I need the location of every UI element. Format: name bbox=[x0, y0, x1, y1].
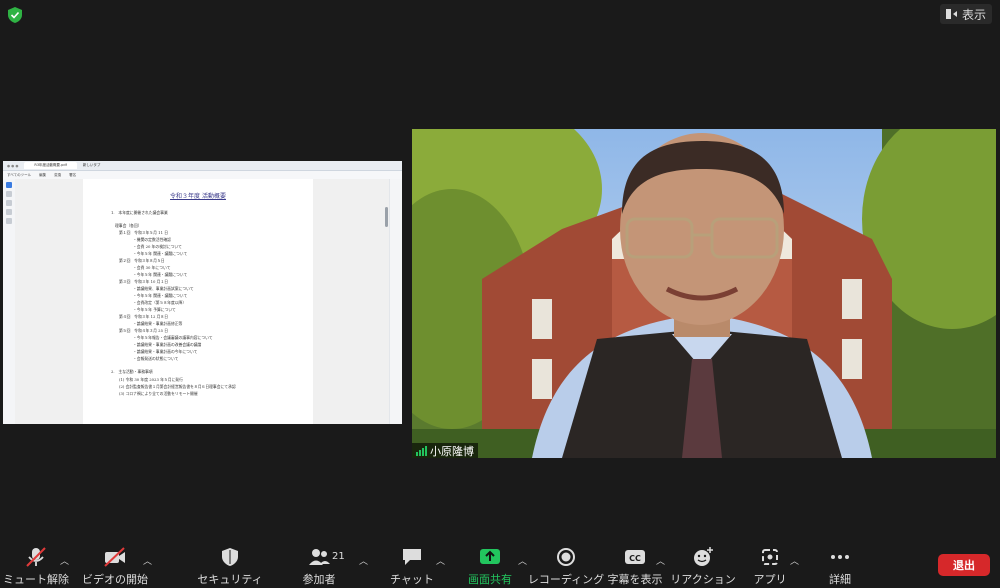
doc-line: ・論議結果・事業計画修正等 bbox=[133, 321, 183, 326]
window-controls-icon: ● ● ● bbox=[7, 163, 19, 168]
doc-line: ・会費改定（第５８年度以降） bbox=[133, 300, 187, 305]
apps-options-caret-icon[interactable]: ︿ bbox=[790, 554, 799, 567]
chat-bubble-icon bbox=[403, 549, 421, 565]
captions-button[interactable]: CC 字幕を表示 bbox=[606, 546, 664, 588]
doc-line: (2) 会計監査報告書１月第会計経営報告書を８月６日理事会にて承認 bbox=[119, 384, 236, 389]
leave-button[interactable]: 退出 bbox=[938, 554, 990, 576]
doc-line: ・今年５年 関連・議題について bbox=[133, 272, 188, 277]
doc-line: (3) コロナ禍により全ての活動をリモート開催 bbox=[119, 391, 198, 396]
more-dots-icon bbox=[831, 555, 849, 559]
svg-text:CC: CC bbox=[629, 554, 641, 563]
doc-line: 第３回 令和３年 10 月１日 bbox=[119, 279, 169, 284]
more-label: 詳細 bbox=[829, 573, 851, 586]
participants-icon bbox=[309, 549, 330, 565]
chat-options-caret-icon[interactable]: ︿ bbox=[436, 554, 445, 567]
pdf-margin-right bbox=[313, 179, 390, 424]
chat-label: チャット bbox=[390, 573, 434, 586]
share-options-caret-icon[interactable]: ︿ bbox=[518, 554, 527, 567]
participants-options-caret-icon[interactable]: ︿ bbox=[359, 554, 368, 567]
doc-line: ・会費 20 年の検討について bbox=[133, 244, 182, 249]
doc-line: ・今年５年 関連・議題について bbox=[133, 251, 188, 256]
pdf-toolbar-item[interactable]: 編集 bbox=[39, 173, 46, 178]
participant-name-tag: 小原隆博 bbox=[412, 443, 478, 458]
pdf-page: 令和３年度 活動概要 1. 本年度に開催された議会事業 理事会（各回） 第１回 … bbox=[83, 179, 313, 424]
view-icon bbox=[945, 9, 957, 19]
doc-line: 1. 本年度に開催された議会事業 bbox=[111, 210, 168, 215]
doc-title: 令和３年度 活動概要 bbox=[170, 193, 226, 200]
participants-label: 参加者 bbox=[302, 573, 336, 586]
unmute-button[interactable]: ミュート解除 bbox=[3, 546, 69, 588]
captions-label: 字幕を表示 bbox=[607, 573, 663, 586]
participant-video bbox=[412, 129, 996, 458]
start-video-label: ビデオの開始 bbox=[82, 573, 148, 586]
stamp-tool-icon[interactable] bbox=[6, 218, 12, 224]
pdf-right-toolbar bbox=[389, 179, 402, 424]
doc-line: ・論議結果、事業計画試案について bbox=[133, 286, 194, 291]
doc-line: ・機関の定数活性確認 bbox=[133, 237, 171, 242]
doc-line: ・論議結果・事業計画の改善会議の議論 bbox=[133, 342, 202, 347]
leave-label: 退出 bbox=[953, 559, 975, 572]
security-shield-icon bbox=[222, 548, 238, 566]
pdf-toolbar-item[interactable]: 変換 bbox=[54, 173, 61, 178]
shared-screen: ● ● ● R3年度活動概要.pdf 新しいタブ すべてのツール 編集 変換 署… bbox=[3, 161, 402, 424]
doc-line: (1) 令和 30 年度 2023 年５月に発行 bbox=[119, 377, 183, 382]
video-options-caret-icon[interactable]: ︿ bbox=[143, 554, 152, 567]
doc-line: ・今年５年報告・会議審議の議事内容について bbox=[133, 335, 213, 340]
unmute-label: ミュート解除 bbox=[3, 573, 69, 586]
record-icon bbox=[557, 548, 575, 566]
signal-bars-icon bbox=[416, 445, 427, 456]
browser-tab-bar: ● ● ● R3年度活動概要.pdf 新しいタブ bbox=[3, 161, 402, 171]
start-video-button[interactable]: ビデオの開始 bbox=[82, 546, 148, 588]
participant-name: 小原隆博 bbox=[430, 444, 474, 458]
doc-line: 第４回 令和３年 12 月８日 bbox=[119, 314, 169, 319]
apps-button[interactable]: アプリ bbox=[752, 546, 788, 588]
share-screen-label: 画面共有 bbox=[468, 573, 512, 586]
doc-line: 第２回 令和３年８月５日 bbox=[119, 258, 165, 263]
microphone-muted-icon bbox=[26, 547, 46, 567]
text-tool-icon[interactable] bbox=[6, 209, 12, 215]
apps-icon bbox=[762, 549, 778, 565]
audio-options-caret-icon[interactable]: ︿ bbox=[60, 554, 69, 567]
doc-line: 2. 主な活動・事務事項 bbox=[111, 369, 153, 374]
reaction-smiley-icon bbox=[694, 547, 713, 566]
closed-captions-icon: CC bbox=[625, 550, 645, 564]
doc-line: 理事会（各回） bbox=[115, 223, 142, 228]
share-screen-button[interactable]: 画面共有 bbox=[466, 546, 514, 588]
apps-label: アプリ bbox=[753, 573, 787, 586]
doc-line: ・今年５年 予算について bbox=[133, 307, 176, 312]
view-label: 表示 bbox=[961, 7, 986, 22]
record-label: レコーディング bbox=[527, 573, 605, 586]
view-button[interactable]: 表示 bbox=[939, 4, 992, 24]
chat-button[interactable]: チャット bbox=[390, 546, 434, 588]
more-button[interactable]: 詳細 bbox=[822, 546, 858, 588]
security-label: セキュリティ bbox=[197, 573, 263, 586]
share-screen-icon bbox=[480, 549, 500, 564]
doc-line: ・論議結果・事業計画の今年について bbox=[133, 349, 198, 354]
security-button[interactable]: セキュリティ bbox=[197, 546, 263, 588]
reactions-button[interactable]: リアクション bbox=[670, 546, 736, 588]
video-camera-off-icon bbox=[104, 547, 125, 567]
security-shield-icon[interactable] bbox=[6, 6, 24, 24]
doc-line: 第５回 令和４年３月 25 日 bbox=[119, 328, 169, 333]
comment-tool-icon[interactable] bbox=[6, 191, 12, 197]
doc-line: ・会報発送の状態について bbox=[133, 356, 179, 361]
reactions-label: リアクション bbox=[670, 573, 736, 586]
doc-line: ・会費 30 年について bbox=[133, 265, 171, 270]
pdf-toolbar-item[interactable]: すべてのツール bbox=[7, 173, 31, 178]
pdf-margin-left bbox=[15, 179, 83, 424]
doc-line: 第１回 令和３年５月 11 日 bbox=[119, 230, 169, 235]
browser-tab[interactable]: R3年度活動概要.pdf bbox=[24, 162, 77, 169]
select-tool-icon[interactable] bbox=[6, 182, 12, 188]
draw-tool-icon[interactable] bbox=[6, 200, 12, 206]
doc-line: ・今年５年 関連・議題について bbox=[133, 293, 188, 298]
record-button[interactable]: レコーディング bbox=[528, 546, 604, 588]
pdf-toolbar-item[interactable]: 署名 bbox=[69, 173, 76, 178]
browser-tab-2[interactable]: 新しいタブ bbox=[83, 163, 101, 168]
participants-count: 21 bbox=[332, 551, 345, 562]
pdf-scrollbar[interactable] bbox=[385, 207, 388, 227]
captions-options-caret-icon[interactable]: ︿ bbox=[656, 554, 665, 567]
